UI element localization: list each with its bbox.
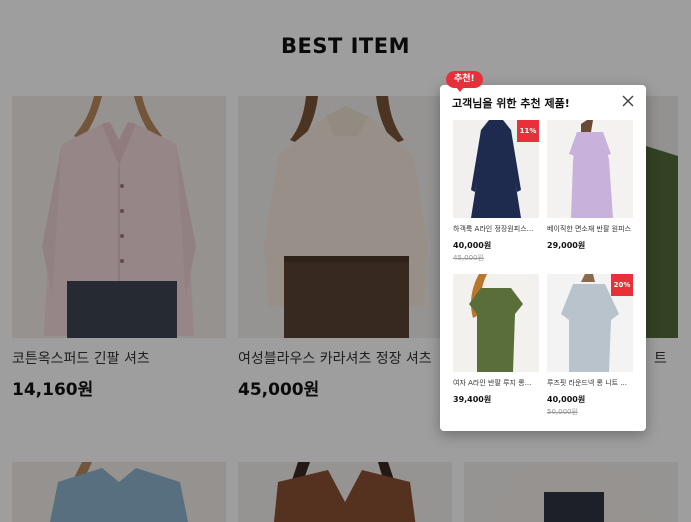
discount-badge: 20% bbox=[611, 274, 633, 296]
close-icon[interactable] bbox=[620, 93, 636, 109]
recommendation-popup: 고객님을 위한 추천 제품! 11% 하객룩 A라인 정장원피스... 40,0… bbox=[440, 85, 646, 431]
recommend-badge: 추천! bbox=[446, 71, 483, 92]
recommended-item-name[interactable]: 하객룩 A라인 정장원피스... bbox=[453, 224, 539, 234]
recommended-item-price: 40,000원 bbox=[547, 395, 586, 404]
recommended-item-image[interactable]: 20% bbox=[547, 274, 633, 372]
recommended-item-name[interactable]: 베이직한 면소재 반팔 원피스 bbox=[547, 224, 633, 234]
recommended-item[interactable]: 여자 A라인 반팔 루지 롱... 39,400원 bbox=[453, 274, 539, 405]
recommended-item-original-price: 50,000원 bbox=[547, 408, 578, 416]
recommended-item-price: 29,000원 bbox=[547, 241, 586, 250]
recommended-item-image[interactable] bbox=[453, 274, 539, 372]
recommended-item[interactable]: 20% 루즈핏 라운드넥 롱 니트 ... 40,000원 50,000원 bbox=[547, 274, 633, 417]
recommended-item-name[interactable]: 여자 A라인 반팔 루지 롱... bbox=[453, 378, 539, 388]
recommended-item[interactable]: 베이직한 면소재 반팔 원피스 29,000원 bbox=[547, 120, 633, 251]
recommended-item-original-price: 45,000원 bbox=[453, 254, 484, 262]
recommended-item-name[interactable]: 루즈핏 라운드넥 롱 니트 ... bbox=[547, 378, 633, 388]
recommended-item-price: 39,400원 bbox=[453, 395, 492, 404]
recommended-item-image[interactable] bbox=[547, 120, 633, 218]
recommended-item[interactable]: 11% 하객룩 A라인 정장원피스... 40,000원 45,000원 bbox=[453, 120, 539, 263]
recommended-item-image[interactable]: 11% bbox=[453, 120, 539, 218]
popup-title: 고객님을 위한 추천 제품! bbox=[452, 97, 570, 110]
discount-badge: 11% bbox=[517, 120, 539, 142]
recommended-item-price: 40,000원 bbox=[453, 241, 492, 250]
